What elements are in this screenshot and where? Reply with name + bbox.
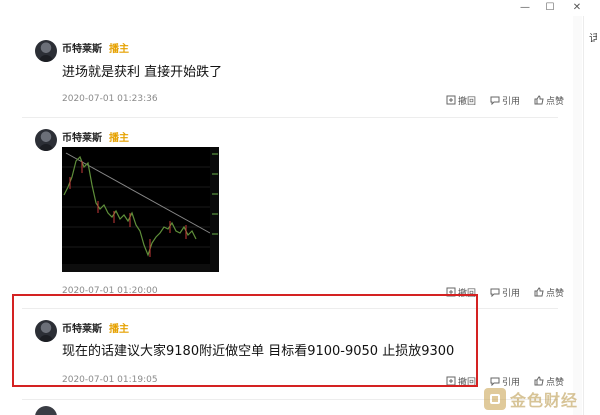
like-label: 点赞 <box>546 96 565 107</box>
close-button[interactable]: ✕ <box>567 1 587 15</box>
like-button[interactable]: 点赞 <box>534 375 565 388</box>
quote-label: 引用 <box>502 377 521 388</box>
watermark: 金色财经 <box>484 387 578 411</box>
right-side-panel: 话 <box>583 16 600 415</box>
quote-icon <box>490 377 500 386</box>
divider <box>22 117 558 118</box>
like-label: 点赞 <box>546 377 565 388</box>
quote-icon <box>490 288 500 297</box>
quote-button[interactable]: 引用 <box>490 375 521 388</box>
like-button[interactable]: 点赞 <box>534 94 565 107</box>
quote-icon <box>490 96 500 105</box>
watermark-logo-icon <box>484 388 506 410</box>
quote-button[interactable]: 引用 <box>490 286 521 299</box>
post-timestamp: 2020-07-01 01:23:36 <box>62 94 158 104</box>
post-image[interactable] <box>62 147 219 272</box>
scrollbar[interactable] <box>573 16 582 415</box>
minimize-button[interactable]: — <box>515 1 535 15</box>
post-content: 进场就是获利 直接开始跌了 <box>62 65 223 80</box>
title-bar: — ☐ ✕ <box>0 0 600 16</box>
watermark-text: 金色财经 <box>510 391 579 410</box>
thumbs-up-icon <box>534 287 544 297</box>
recall-icon <box>446 95 456 105</box>
divider <box>22 399 558 400</box>
avatar[interactable] <box>35 129 57 151</box>
quote-label: 引用 <box>502 288 521 299</box>
author-name[interactable]: 币特莱斯 <box>62 40 102 55</box>
author-name[interactable]: 币特莱斯 <box>62 129 102 144</box>
role-badge: 播主 <box>109 133 129 144</box>
role-badge: 播主 <box>109 44 129 55</box>
like-label: 点赞 <box>546 288 565 299</box>
thumbs-up-icon <box>534 376 544 386</box>
highlight-annotation <box>12 294 478 387</box>
avatar[interactable] <box>35 40 57 62</box>
thumbs-up-icon <box>534 95 544 105</box>
like-button[interactable]: 点赞 <box>534 286 565 299</box>
recall-label: 撤回 <box>458 96 477 107</box>
quote-label: 引用 <box>502 96 521 107</box>
candlestick-chart-image <box>62 147 219 272</box>
post-actions: 撤回 引用 点赞 <box>446 94 565 107</box>
quote-button[interactable]: 引用 <box>490 94 521 107</box>
maximize-button[interactable]: ☐ <box>540 1 560 15</box>
app-window: — ☐ ✕ 币特莱斯 播主 进场就是获利 直接开始跌了 2020-07-01 0… <box>0 0 600 415</box>
panel-heading: 话 <box>589 32 597 42</box>
recall-button[interactable]: 撤回 <box>446 94 477 107</box>
